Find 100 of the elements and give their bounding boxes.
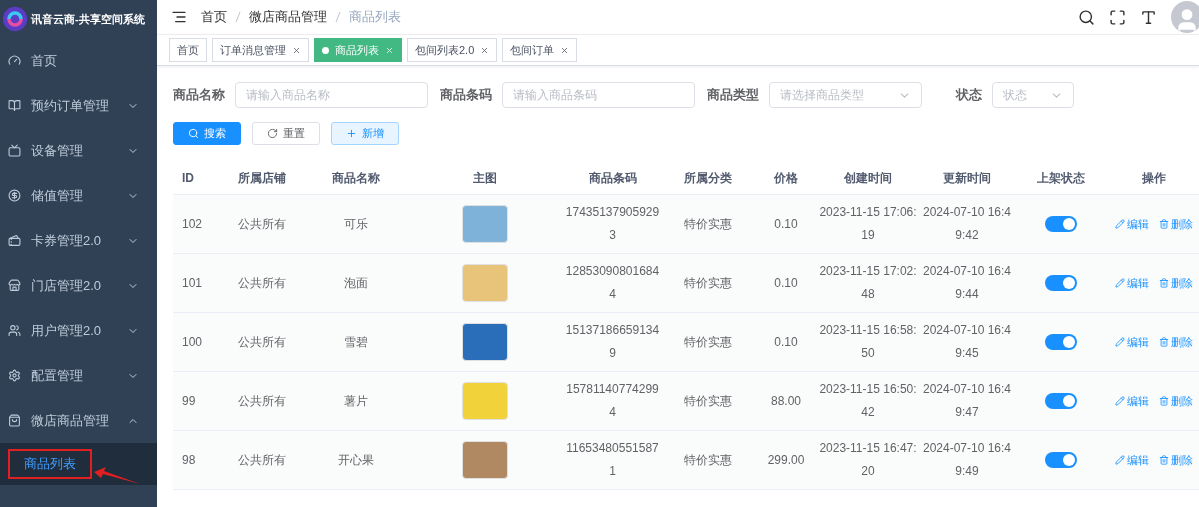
table-cell-text: 101	[181, 274, 203, 292]
table-cell-text: 88.00	[771, 392, 801, 410]
sidebar-item[interactable]: 预约订单管理	[0, 83, 157, 128]
edit-link[interactable]: 编辑	[1114, 334, 1149, 350]
close-icon[interactable]	[480, 45, 490, 55]
ticket-icon	[8, 234, 21, 247]
fullscreen-icon[interactable]	[1109, 8, 1126, 26]
filter-label: 商品名称	[173, 86, 225, 104]
table-cell-text: 可乐	[344, 215, 368, 233]
toggle-switch[interactable]	[1045, 275, 1077, 291]
menu-icon[interactable]	[171, 9, 187, 25]
table-cell-text: 2024-07-10 16:49:45	[922, 322, 1012, 362]
table-cell-text: 100	[181, 333, 203, 351]
tab[interactable]: 订单消息管理	[212, 38, 309, 62]
table-cell-text: 2024-07-10 16:49:44	[922, 263, 1012, 303]
separator-icon	[335, 11, 341, 23]
table-cell-text: 公共所有	[238, 392, 286, 410]
table-cell-text: 2023-11-15 17:02:48	[818, 263, 918, 303]
edit-link[interactable]: 编辑	[1114, 216, 1149, 232]
column-header: ID	[181, 171, 194, 185]
search-icon[interactable]	[1078, 8, 1095, 26]
trash-icon	[1158, 278, 1169, 288]
search-icon	[188, 128, 199, 139]
delete-link[interactable]: 删除	[1158, 275, 1193, 291]
font-size-icon[interactable]	[1140, 8, 1157, 26]
filter-label: 状态	[956, 86, 982, 104]
close-icon[interactable]	[292, 45, 301, 55]
breadcrumb-item[interactable]: 首页	[201, 8, 227, 26]
table-cell-text: 雪碧	[344, 333, 368, 351]
sidebar-item[interactable]: 用户管理2.0	[0, 308, 157, 353]
annotation-arrow	[92, 466, 142, 486]
separator-icon	[235, 11, 241, 23]
edit-link[interactable]: 编辑	[1114, 393, 1149, 409]
gauge-icon	[8, 54, 21, 67]
column-header: 上架状态	[1037, 169, 1085, 187]
sidebar-item[interactable]: 卡券管理2.0	[0, 218, 157, 263]
table-cell-text: 特价实惠	[684, 392, 732, 410]
table-cell-text: 128530908016844	[565, 263, 660, 303]
table-cell-text: 泡面	[344, 274, 368, 292]
table-cell-text: 2024-07-10 16:49:49	[922, 440, 1012, 480]
sidebar-item[interactable]: 储值管理	[0, 173, 157, 218]
toggle-switch[interactable]	[1045, 216, 1077, 232]
delete-link[interactable]: 删除	[1158, 216, 1193, 232]
reset-button[interactable]: 重置	[252, 122, 320, 145]
toggle-switch[interactable]	[1045, 393, 1077, 409]
breadcrumb-item: 商品列表	[349, 8, 401, 26]
table-cell-text: 0.10	[774, 274, 798, 292]
column-header: 所属分类	[684, 169, 732, 187]
edit-link[interactable]: 编辑	[1114, 452, 1149, 468]
column-header: 商品条码	[588, 169, 637, 187]
pencil-icon	[1114, 337, 1125, 347]
photo-placeholder	[462, 382, 508, 420]
table-cell-text: 99	[181, 392, 196, 410]
filter-label: 商品类型	[707, 86, 759, 104]
table-cell-text: 157811407742994	[565, 381, 660, 421]
delete-link[interactable]: 删除	[1158, 393, 1193, 409]
column-header: 价格	[774, 169, 798, 187]
photo-placeholder	[462, 264, 508, 302]
edit-link[interactable]: 编辑	[1114, 275, 1149, 291]
table-cell-text: 特价实惠	[684, 333, 732, 351]
table-cell-text: 公共所有	[238, 333, 286, 351]
table-cell-text: 开心果	[338, 451, 374, 469]
pencil-icon	[1114, 396, 1125, 406]
toggle-switch[interactable]	[1045, 334, 1077, 350]
table-cell-text: 174351379059293	[565, 204, 660, 244]
table-cell-text: 116534805515871	[565, 440, 660, 480]
table-cell-text: 0.10	[774, 333, 798, 351]
dot-icon	[322, 46, 329, 54]
photo-placeholder	[462, 441, 508, 479]
tab[interactable]: 包间订单	[502, 38, 578, 62]
close-icon[interactable]	[560, 45, 570, 55]
table-cell-text: 薯片	[344, 392, 368, 410]
column-header: 商品名称	[332, 169, 380, 187]
coin-icon	[8, 189, 21, 202]
table-cell-text: 特价实惠	[684, 451, 732, 469]
tab[interactable]: 首页	[169, 38, 207, 62]
table-cell-text: 公共所有	[238, 215, 286, 233]
monitor-icon	[8, 144, 21, 157]
sidebar-item[interactable]: 首页	[0, 38, 157, 83]
sidebar-subitem[interactable]: 商品列表	[8, 449, 92, 479]
plus-icon	[346, 128, 357, 139]
sidebar-item[interactable]: 配置管理	[0, 353, 157, 398]
book-icon	[8, 99, 21, 112]
tab[interactable]: 包间列表2.0	[407, 38, 498, 62]
sidebar-item[interactable]: 设备管理	[0, 128, 157, 173]
table-cell-text: 98	[181, 451, 196, 469]
delete-link[interactable]: 删除	[1158, 452, 1193, 468]
trash-icon	[1158, 396, 1169, 406]
table-cell-text: 2023-11-15 16:47:20	[818, 440, 918, 480]
breadcrumb-item[interactable]: 微店商品管理	[249, 8, 327, 26]
pencil-icon	[1114, 455, 1125, 465]
sidebar-item[interactable]: 门店管理2.0	[0, 263, 157, 308]
pencil-icon	[1114, 219, 1125, 229]
input-field[interactable]: 请输入商品条码	[502, 82, 695, 108]
delete-link[interactable]: 删除	[1158, 334, 1193, 350]
toggle-switch[interactable]	[1045, 452, 1077, 468]
sidebar-item[interactable]: 微店商品管理	[0, 398, 157, 443]
table-cell-text: 公共所有	[238, 451, 286, 469]
input-field[interactable]: 请输入商品名称	[235, 82, 428, 108]
trash-icon	[1158, 455, 1169, 465]
